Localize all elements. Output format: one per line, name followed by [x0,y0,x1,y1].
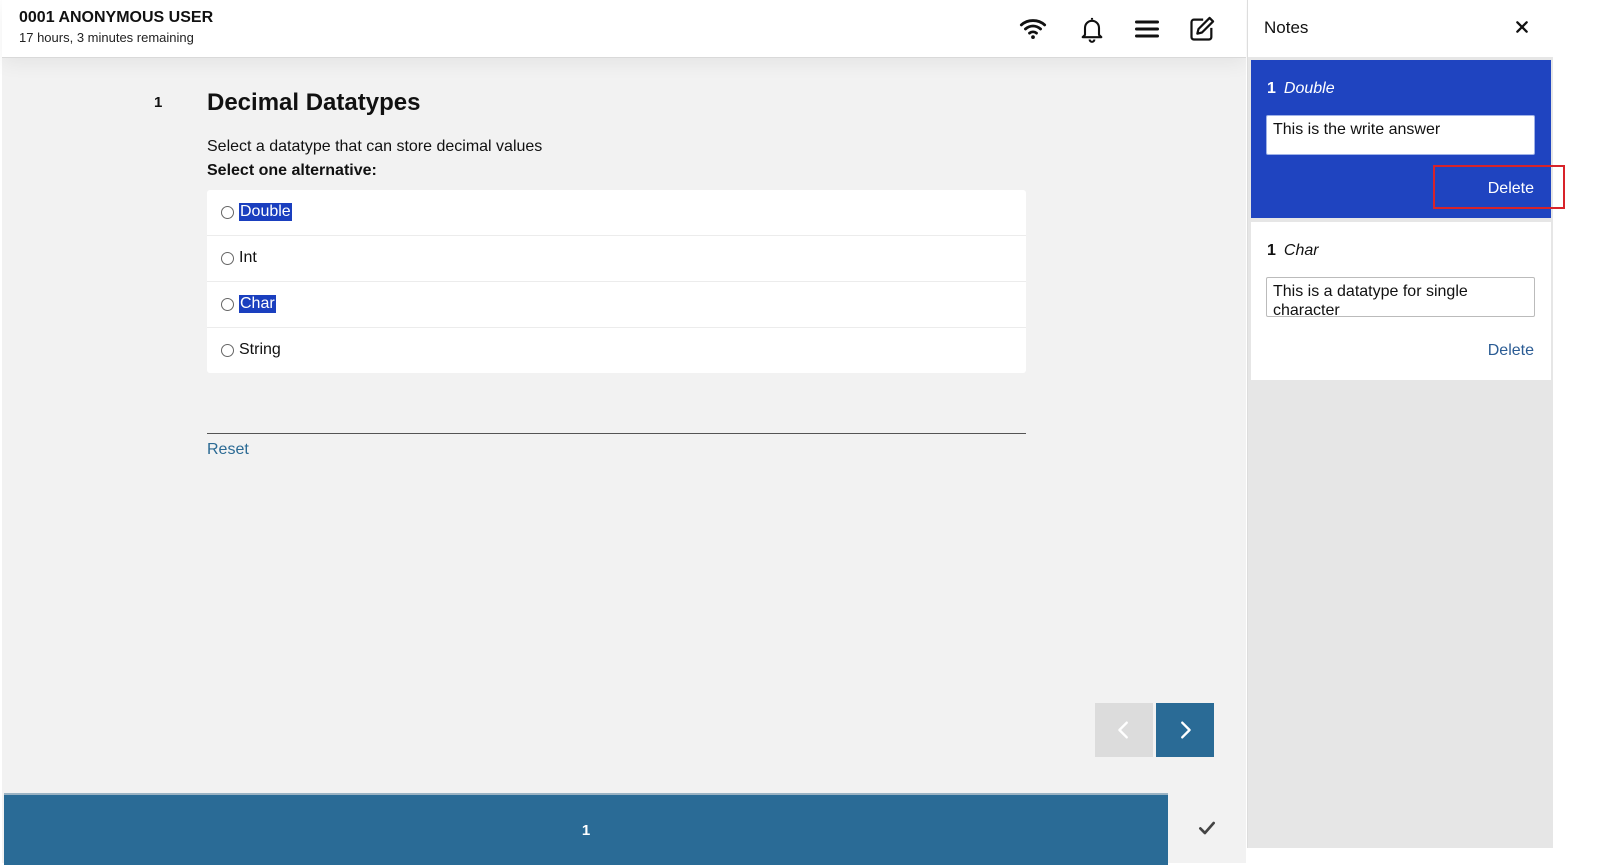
question-title: Decimal Datatypes [207,89,421,116]
note-text-field[interactable]: This is the write answer [1266,115,1535,155]
reset-link[interactable]: Reset [207,441,249,459]
note-option: Double [1283,80,1335,97]
close-notes-button[interactable] [1511,16,1533,38]
wifi-icon[interactable] [1017,14,1049,44]
note-heading: 1 Char [1267,242,1319,260]
note-heading: 1 Double [1267,80,1335,98]
answer-options: Double Int Char String [207,190,1026,373]
radio-button[interactable] [221,298,234,311]
option-label: Int [239,249,257,266]
page-number: 1 [581,821,591,839]
notes-panel: Notes 1 Double This is the write answer D… [1247,0,1553,848]
delete-note-button[interactable]: Delete [1488,342,1534,360]
submit-check-button[interactable] [1168,793,1246,863]
note-card-double[interactable]: 1 Double This is the write answer Delete [1251,60,1551,218]
chevron-right-icon [1181,721,1191,739]
option-string[interactable]: String [207,328,1026,373]
top-header: 0001 ANONYMOUS USER 17 hours, 3 minutes … [2,0,1246,58]
notes-title: Notes [1264,18,1309,37]
notes-header: Notes [1248,0,1553,57]
option-char[interactable]: Char [207,282,1026,328]
note-option: Char [1283,242,1319,259]
option-int[interactable]: Int [207,236,1026,282]
menu-icon[interactable] [1131,14,1163,44]
note-question-number: 1 [1267,242,1276,259]
previous-button[interactable] [1095,703,1153,757]
delete-note-button[interactable]: Delete [1488,180,1534,198]
close-icon [1516,21,1528,33]
note-question-number: 1 [1267,80,1276,97]
divider [207,433,1026,434]
question-instruction: Select one alternative: [207,162,377,179]
note-card-char[interactable]: 1 Char This is a datatype for single char… [1251,222,1551,380]
radio-button[interactable] [221,206,234,219]
time-remaining: 17 hours, 3 minutes remaining [19,30,194,45]
question-number: 1 [154,94,163,111]
question-navigation-bar[interactable]: 1 [4,793,1168,865]
radio-button[interactable] [221,344,234,357]
option-double[interactable]: Double [207,190,1026,236]
user-name: 0001 ANONYMOUS USER [19,9,214,26]
chevron-left-icon [1118,721,1128,739]
note-text-field[interactable]: This is a datatype for single character [1266,277,1535,317]
checkmark-icon [1199,821,1215,835]
option-label: String [239,341,281,358]
next-button[interactable] [1156,703,1214,757]
main-pane: 0001 ANONYMOUS USER 17 hours, 3 minutes … [2,0,1246,865]
option-label: Char [239,295,276,313]
bell-icon[interactable] [1076,14,1108,44]
edit-icon[interactable] [1186,14,1218,44]
option-label: Double [239,203,292,221]
question-prompt: Select a datatype that can store decimal… [207,138,543,155]
radio-button[interactable] [221,252,234,265]
